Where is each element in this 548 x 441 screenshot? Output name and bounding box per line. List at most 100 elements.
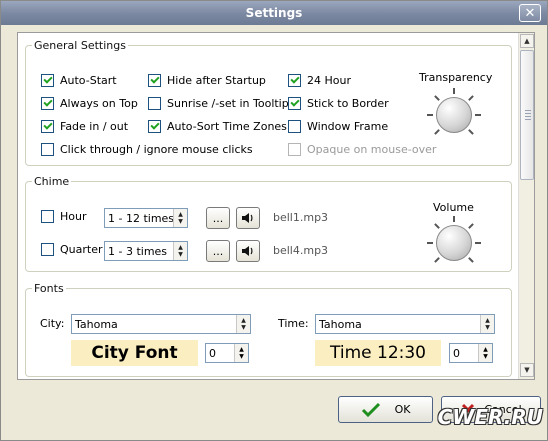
quarter-chime-checkbox[interactable]: Quarter: [41, 243, 103, 256]
checkbox-box[interactable]: [41, 210, 54, 223]
title-bar[interactable]: Settings ✕: [1, 1, 547, 25]
knob-tick: [468, 257, 474, 263]
hour-chime-label: Hour: [60, 210, 87, 223]
time-font-size-stepper[interactable]: 0 ▲ ▼: [449, 343, 493, 363]
knob-tick: [468, 223, 474, 229]
grip-line: [525, 116, 531, 117]
watermark-text: CWER.RU: [437, 405, 543, 429]
spin-arrows-icon[interactable]: ▲ ▼: [173, 209, 187, 227]
transparency-dial[interactable]: [436, 97, 472, 133]
watermark-logo: CWER.RU: [431, 395, 547, 439]
hour-interval-select[interactable]: 1 - 12 times ▲ ▼: [104, 208, 188, 228]
time-font-preview-text: Time 12:30: [330, 343, 426, 363]
24-hour-checkbox[interactable]: 24 Hour: [288, 74, 351, 87]
checkbox-box[interactable]: [41, 120, 54, 133]
speaker-icon: [242, 213, 253, 223]
checkbox-box[interactable]: [148, 120, 161, 133]
knob-tick: [468, 95, 474, 101]
city-font-preview-text: City Font: [91, 343, 178, 363]
time-font-select[interactable]: Tahoma ▲ ▼: [315, 314, 495, 334]
checkbox-box[interactable]: [41, 143, 54, 156]
time-font-label: Time:: [278, 317, 309, 330]
hide-after-startup-checkbox[interactable]: Hide after Startup: [148, 74, 266, 87]
spin-arrows-icon[interactable]: ▲ ▼: [478, 344, 492, 362]
knob-tick: [434, 223, 440, 229]
hour-browse-button[interactable]: ...: [206, 207, 230, 229]
quarter-interval-value: 1 - 3 times: [108, 244, 168, 258]
quarter-browse-button[interactable]: ...: [206, 240, 230, 262]
checkbox-box[interactable]: [148, 74, 161, 87]
opaque-on-mouseover-checkbox: Opaque on mouse-over: [288, 143, 436, 156]
ok-label: OK: [394, 403, 411, 416]
volume-knob[interactable]: [427, 216, 481, 270]
volume-dial[interactable]: [436, 225, 472, 261]
window-title: Settings: [245, 6, 303, 20]
checkbox-box[interactable]: [288, 97, 301, 110]
always-on-top-checkbox[interactable]: Always on Top: [41, 97, 138, 110]
checkbox-box[interactable]: [148, 97, 161, 110]
quarter-interval-select[interactable]: 1 - 3 times ▲ ▼: [104, 241, 188, 261]
spin-arrows-icon[interactable]: ▲ ▼: [236, 315, 250, 333]
always-on-top-label: Always on Top: [60, 97, 138, 110]
time-font-size-value: 0: [453, 346, 460, 360]
spin-arrows-icon[interactable]: ▲ ▼: [173, 242, 187, 260]
grip-line: [525, 119, 531, 120]
chime-group: Chime Hour 1 - 12 times ▲ ▼ ... bell1.mp3: [25, 175, 512, 272]
scroll-down-icon[interactable]: ▼: [520, 363, 534, 377]
city-font-value: Tahoma: [75, 317, 118, 331]
close-icon: ✕: [524, 5, 536, 21]
quarter-chime-label: Quarter: [60, 243, 103, 256]
knob-tick: [434, 257, 440, 263]
city-font-select[interactable]: Tahoma ▲ ▼: [71, 314, 251, 334]
checkbox-box[interactable]: [41, 74, 54, 87]
opaque-on-mouseover-label: Opaque on mouse-over: [307, 143, 437, 156]
hour-sound-file: bell1.mp3: [273, 211, 329, 224]
city-font-size-stepper[interactable]: 0 ▲ ▼: [205, 343, 249, 363]
checkbox-box[interactable]: [288, 120, 301, 133]
hour-play-button[interactable]: [236, 207, 260, 229]
knob-tick: [427, 242, 433, 244]
checkbox-box[interactable]: [41, 243, 54, 256]
checkbox-box: [288, 143, 301, 156]
scroll-up-icon[interactable]: ▲: [520, 34, 534, 48]
general-settings-group: General Settings Auto-Start Always on To…: [25, 39, 512, 166]
stick-to-border-checkbox[interactable]: Stick to Border: [288, 97, 389, 110]
quarter-play-button[interactable]: [236, 240, 260, 262]
time-font-preview: Time 12:30: [315, 340, 441, 366]
checkbox-box[interactable]: [288, 74, 301, 87]
sunrise-tooltip-checkbox[interactable]: Sunrise /-set in Tooltip: [148, 97, 289, 110]
speaker-icon: [242, 246, 253, 256]
ok-button[interactable]: OK: [338, 396, 433, 423]
click-through-checkbox[interactable]: Click through / ignore mouse clicks: [41, 143, 253, 156]
city-font-size-value: 0: [209, 346, 216, 360]
spin-arrows-icon[interactable]: ▲ ▼: [234, 344, 248, 362]
knob-tick: [453, 216, 455, 222]
quarter-sound-file: bell4.mp3: [273, 244, 329, 257]
grip-line: [525, 110, 531, 111]
close-button[interactable]: ✕: [519, 4, 541, 22]
grip-line: [525, 113, 531, 114]
vertical-scrollbar[interactable]: ▲ ▼: [518, 33, 534, 379]
scroll-thumb[interactable]: [520, 50, 534, 180]
auto-sort-time-zones-checkbox[interactable]: Auto-Sort Time Zones: [148, 120, 287, 133]
fade-in-out-checkbox[interactable]: Fade in / out: [41, 120, 128, 133]
window-frame-checkbox[interactable]: Window Frame: [288, 120, 388, 133]
fonts-legend: Fonts: [34, 282, 64, 295]
knob-tick: [434, 95, 440, 101]
checkbox-box[interactable]: [41, 97, 54, 110]
quarter-browse-label: ...: [212, 244, 224, 258]
general-settings-legend: General Settings: [34, 39, 126, 52]
auto-start-checkbox[interactable]: Auto-Start: [41, 74, 117, 87]
transparency-knob[interactable]: [427, 88, 481, 142]
click-through-label: Click through / ignore mouse clicks: [60, 143, 253, 156]
transparency-label: Transparency: [419, 71, 493, 84]
checkmark-icon: [361, 402, 380, 417]
knob-tick: [468, 129, 474, 135]
spin-arrows-icon[interactable]: ▲ ▼: [480, 315, 494, 333]
hour-interval-value: 1 - 12 times: [108, 211, 175, 225]
settings-window: Settings ✕ General Settings Auto-Start A…: [0, 0, 548, 441]
window-frame-label: Window Frame: [307, 120, 389, 133]
hour-chime-checkbox[interactable]: Hour: [41, 210, 87, 223]
auto-sort-time-zones-label: Auto-Sort Time Zones: [167, 120, 287, 133]
fonts-group: Fonts City: Tahoma ▲ ▼ City Font 0 ▲ ▼ Tim…: [25, 282, 512, 377]
